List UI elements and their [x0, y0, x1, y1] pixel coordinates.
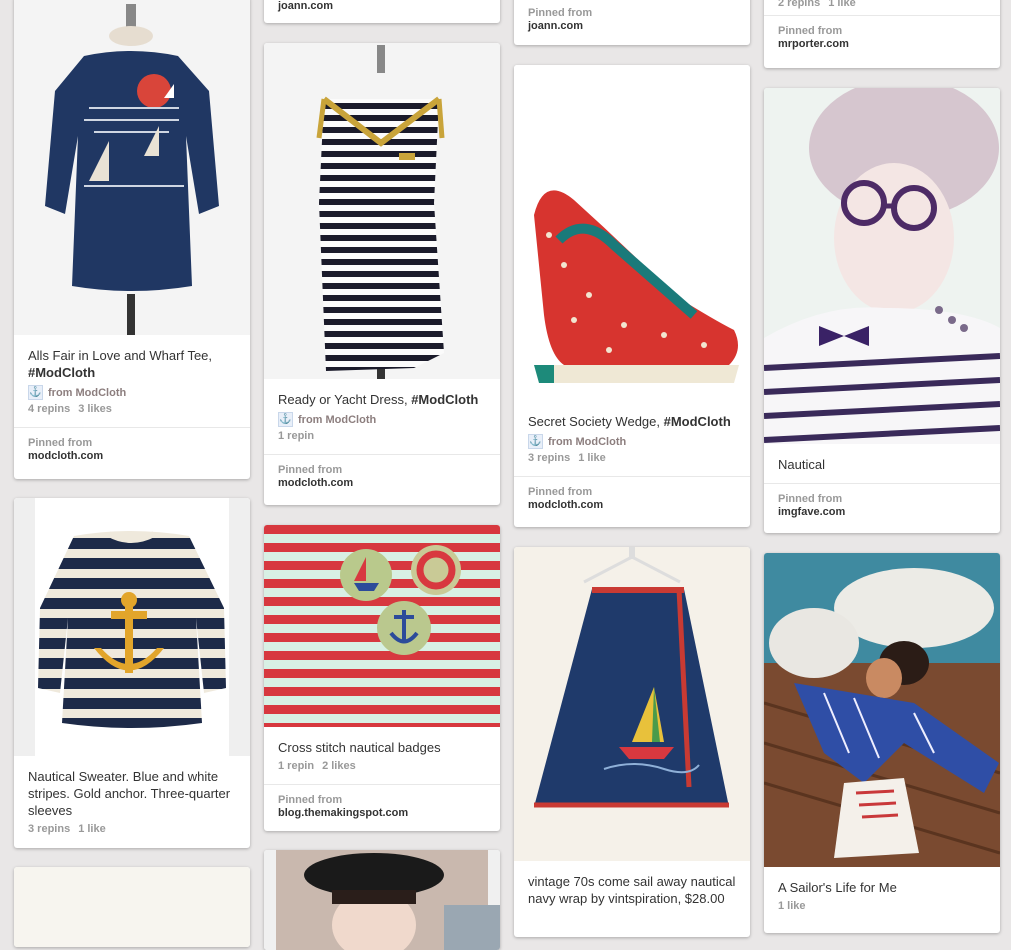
pinned-domain[interactable]: joann.com: [278, 0, 486, 12]
pin-description: Alls Fair in Love and Wharf Tee, #ModClo…: [28, 348, 213, 380]
modcloth-favicon-icon: ⚓: [278, 412, 293, 427]
like-count[interactable]: 2 likes: [322, 760, 356, 772]
pinned-from-label: Pinned from: [278, 464, 343, 476]
pin-stats: 1 like: [778, 900, 986, 912]
pinned-domain[interactable]: joann.com: [528, 20, 736, 32]
pinned-from-label: Pinned from: [778, 493, 843, 505]
pin-card[interactable]: Cross stitch nautical badges 1 repin 2 li…: [264, 525, 500, 831]
pin-card[interactable]: joann.com: [264, 0, 500, 23]
navy-sailboat-tee-image: [14, 0, 250, 335]
pin-description: Nautical Sweater. Blue and white stripes…: [28, 769, 231, 818]
pin-card[interactable]: vintage 70s come sail away nautical navy…: [514, 547, 750, 937]
navy-wrap-skirt-image: [514, 547, 750, 861]
source-label: from ModCloth: [298, 413, 377, 426]
pinned-from[interactable]: Pinned from modcloth.com: [264, 454, 500, 497]
pin-image[interactable]: [264, 43, 500, 379]
like-count[interactable]: 1 like: [828, 0, 856, 9]
pin-description: Secret Society Wedge, #ModCloth: [528, 414, 731, 429]
pin-card[interactable]: 2 repins 1 like Pinned from mrporter.com: [764, 0, 1000, 68]
repin-count[interactable]: 2 repins: [778, 0, 820, 9]
pin-card[interactable]: Ready or Yacht Dress, #ModCloth ⚓ from Mo…: [264, 43, 500, 505]
pinned-domain[interactable]: modcloth.com: [278, 477, 486, 489]
pinned-from[interactable]: Pinned from blog.themakingspot.com: [264, 784, 500, 827]
pin-image[interactable]: [14, 498, 250, 756]
pin-description: Nautical: [778, 457, 825, 472]
pin-description: Ready or Yacht Dress, #ModCloth: [278, 392, 479, 407]
pin-card[interactable]: Nautical Sweater. Blue and white stripes…: [14, 498, 250, 848]
like-count[interactable]: 3 likes: [78, 403, 112, 415]
pinned-from[interactable]: Pinned from imgfave.com: [764, 483, 1000, 526]
pinned-from-label: Pinned from: [278, 794, 343, 806]
pinned-from[interactable]: Pinned from modcloth.com: [14, 427, 250, 470]
pin-image[interactable]: [14, 867, 250, 947]
pinned-domain[interactable]: modcloth.com: [28, 450, 236, 462]
pin-card[interactable]: Nautical Pinned from imgfave.com: [764, 88, 1000, 533]
pin-stats: 3 repins 1 like: [528, 452, 736, 464]
pin-image[interactable]: [264, 525, 500, 727]
modcloth-favicon-icon: ⚓: [528, 434, 543, 449]
pin-card[interactable]: A Sailor's Life for Me 1 like: [764, 553, 1000, 933]
pin-description: vintage 70s come sail away nautical navy…: [528, 874, 736, 906]
pin-image[interactable]: [514, 65, 750, 401]
pin-source[interactable]: ⚓ from ModCloth: [28, 385, 236, 400]
modcloth-favicon-icon: ⚓: [28, 385, 43, 400]
sailor-woman-ropes-image: [764, 553, 1000, 867]
pin-image[interactable]: [14, 0, 250, 335]
like-count[interactable]: 1 like: [578, 452, 606, 464]
pin-stats: 1 repin 2 likes: [278, 760, 486, 772]
pinned-from[interactable]: joann.com: [264, 0, 500, 20]
repin-count[interactable]: 1 repin: [278, 430, 314, 442]
pinned-from-label: Pinned from: [528, 7, 593, 19]
pin-description: Cross stitch nautical badges: [278, 740, 441, 755]
pin-source[interactable]: ⚓ from ModCloth: [278, 412, 486, 427]
striped-yacht-dress-image: [264, 43, 500, 379]
pin-stats: 4 repins 3 likes: [28, 403, 236, 415]
pin-stats: 1 repin: [278, 430, 486, 442]
pin-stats: 2 repins 1 like: [778, 0, 986, 9]
pin-card[interactable]: [14, 867, 250, 947]
pinned-from-label: Pinned from: [778, 25, 843, 37]
pin-card[interactable]: Secret Society Wedge, #ModCloth ⚓ from Mo…: [514, 65, 750, 527]
pin-card[interactable]: Pinned from joann.com: [514, 0, 750, 45]
source-label: from ModCloth: [548, 435, 627, 448]
repin-count[interactable]: 3 repins: [528, 452, 570, 464]
pinned-domain[interactable]: blog.themakingspot.com: [278, 807, 486, 819]
pinned-from[interactable]: Pinned from modcloth.com: [514, 476, 750, 519]
striped-anchor-sweater-image: [14, 498, 250, 756]
pinned-from-label: Pinned from: [528, 486, 593, 498]
pin-image[interactable]: [514, 547, 750, 861]
repin-count[interactable]: 4 repins: [28, 403, 70, 415]
nautical-woman-glasses-image: [764, 88, 1000, 444]
source-label: from ModCloth: [48, 386, 127, 399]
repin-count[interactable]: 1 repin: [278, 760, 314, 772]
pin-stats: 3 repins 1 like: [28, 823, 236, 835]
woman-beret-image: [264, 850, 500, 950]
pinned-from[interactable]: Pinned from joann.com: [514, 0, 750, 40]
cross-stitch-badges-image: [264, 525, 500, 727]
pin-image[interactable]: [764, 88, 1000, 444]
red-sailboat-wedge-image: [514, 65, 750, 401]
pin-source[interactable]: ⚓ from ModCloth: [528, 434, 736, 449]
pin-card[interactable]: [264, 850, 500, 950]
pinned-domain[interactable]: modcloth.com: [528, 499, 736, 511]
repin-count[interactable]: 3 repins: [28, 823, 70, 835]
pinned-domain[interactable]: mrporter.com: [778, 38, 986, 50]
pin-image[interactable]: [764, 553, 1000, 867]
pinned-from-label: Pinned from: [28, 437, 93, 449]
pin-card[interactable]: Alls Fair in Love and Wharf Tee, #ModClo…: [14, 0, 250, 479]
like-count[interactable]: 1 like: [78, 823, 106, 835]
like-count[interactable]: 1 like: [778, 900, 806, 912]
pinned-domain[interactable]: imgfave.com: [778, 506, 986, 518]
pinned-from[interactable]: Pinned from mrporter.com: [764, 15, 1000, 58]
pin-image[interactable]: [264, 850, 500, 950]
pin-description: A Sailor's Life for Me: [778, 880, 897, 895]
